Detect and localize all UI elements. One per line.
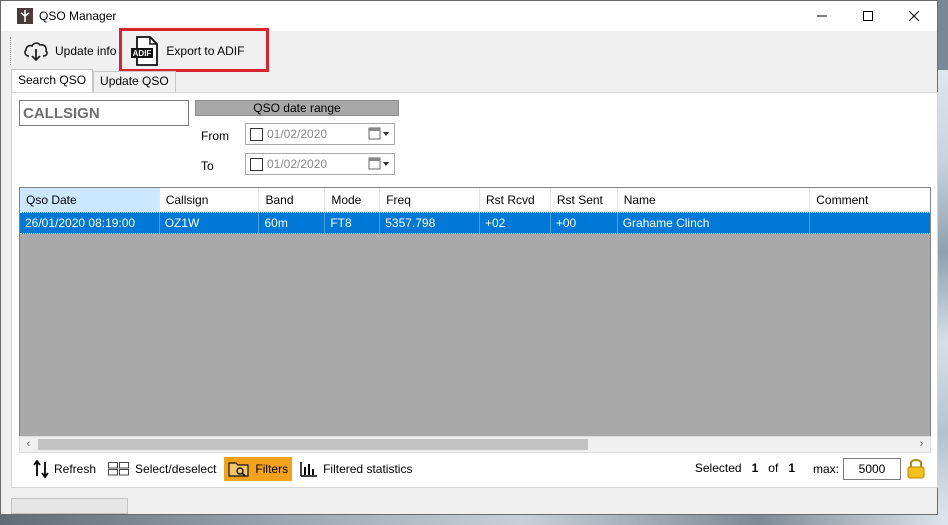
callsign-input[interactable]: CALLSIGN <box>19 100 189 126</box>
to-date-checkbox[interactable] <box>250 157 263 171</box>
qso-date-range-header: QSO date range <box>195 100 399 116</box>
update-info-label: Update info <box>55 44 117 58</box>
column-header-rst-rcvd[interactable]: Rst Rcvd <box>480 188 551 212</box>
to-date-value: 01/02/2020 <box>267 157 328 171</box>
column-header-freq[interactable]: Freq <box>380 188 480 212</box>
close-button[interactable] <box>891 1 937 31</box>
scroll-right-arrow-icon[interactable]: › <box>913 437 930 452</box>
column-header-band[interactable]: Band <box>259 188 326 212</box>
refresh-button[interactable]: Refresh <box>29 457 100 481</box>
update-info-button[interactable]: Update info <box>19 35 120 67</box>
cell-rst-sent: +00 <box>551 213 618 233</box>
close-icon <box>909 11 919 21</box>
max-records-input[interactable]: 5000 <box>843 458 901 480</box>
cell-band: 60m <box>259 213 326 233</box>
title-bar: QSO Manager <box>1 1 937 31</box>
from-date-picker[interactable]: 01/02/2020 <box>245 123 395 145</box>
folder-search-icon <box>228 462 250 477</box>
cell-qso-date: 26/01/2020 08:19:00 <box>20 213 160 233</box>
filtered-statistics-button[interactable]: Filtered statistics <box>296 457 416 481</box>
cloud-download-icon <box>24 42 48 62</box>
horizontal-scrollbar[interactable]: ‹ › <box>19 436 931 453</box>
filters-button[interactable]: Filters <box>224 457 293 481</box>
column-header-rst-sent[interactable]: Rst Sent <box>551 188 618 212</box>
cell-rst-rcvd: +02 <box>480 213 551 233</box>
calendar-dropdown-icon[interactable] <box>368 157 390 171</box>
tab-strip: Search QSO Update QSO <box>11 69 176 93</box>
toolbar-grip <box>10 37 13 65</box>
lock-icon[interactable] <box>907 457 925 482</box>
selection-info: Selected 1 of 1 <box>695 461 795 475</box>
cell-name: Grahame Clinch <box>618 213 811 233</box>
column-header-name[interactable]: Name <box>618 188 811 212</box>
status-bar-field <box>11 498 128 514</box>
filters-label: Filters <box>255 462 289 476</box>
window-title: QSO Manager <box>39 9 117 23</box>
scroll-left-arrow-icon[interactable]: ‹ <box>20 437 37 452</box>
desktop-background-right <box>937 70 948 525</box>
maximize-icon <box>863 11 873 21</box>
maximize-button[interactable] <box>845 1 891 31</box>
selected-count: 1 <box>751 461 759 475</box>
column-header-callsign[interactable]: Callsign <box>160 188 260 212</box>
select-grid-icon <box>108 462 130 476</box>
column-header-qso-date[interactable]: Qso Date <box>20 188 160 212</box>
to-date-picker[interactable]: 01/02/2020 <box>245 153 395 175</box>
cell-callsign: OZ1W <box>160 213 260 233</box>
from-date-checkbox[interactable] <box>250 127 263 141</box>
max-label: max: <box>812 462 839 476</box>
select-deselect-label: Select/deselect <box>135 462 217 476</box>
from-label: From <box>201 129 229 143</box>
refresh-sort-icon <box>33 460 49 478</box>
tab-update-qso[interactable]: Update QSO <box>93 71 176 92</box>
minimize-icon <box>817 15 827 17</box>
annotation-highlight-box <box>119 28 269 72</box>
total-count: 1 <box>788 461 795 475</box>
antenna-app-icon <box>17 8 33 24</box>
filtered-statistics-label: Filtered statistics <box>323 462 413 476</box>
select-deselect-button[interactable]: Select/deselect <box>104 457 220 481</box>
qso-grid[interactable]: Qso Date Callsign Band Mode Freq Rst Rcv… <box>19 187 931 453</box>
tab-search-qso[interactable]: Search QSO <box>11 69 94 92</box>
selected-label: Selected <box>694 461 742 475</box>
column-header-mode[interactable]: Mode <box>325 188 381 212</box>
to-label: To <box>201 159 214 173</box>
refresh-label: Refresh <box>54 462 97 476</box>
grid-header: Qso Date Callsign Band Mode Freq Rst Rcv… <box>20 188 930 212</box>
minimize-button[interactable] <box>799 1 845 31</box>
bar-chart-icon <box>300 462 318 477</box>
cell-mode: FT8 <box>325 213 381 233</box>
calendar-dropdown-icon[interactable] <box>368 127 390 141</box>
scrollbar-thumb[interactable] <box>38 439 588 450</box>
cell-freq: 5357.798 <box>380 213 480 233</box>
table-row[interactable]: 26/01/2020 08:19:00 OZ1W 60m FT8 5357.79… <box>20 212 930 234</box>
column-header-comment[interactable]: Comment <box>810 188 930 212</box>
from-date-value: 01/02/2020 <box>267 127 328 141</box>
cell-comment <box>810 213 930 233</box>
grid-bottom-bar: Refresh Select/deselect Filters Filtered… <box>19 456 931 482</box>
of-label: of <box>768 461 779 475</box>
qso-manager-window: QSO Manager Update info ADIF Export to A… <box>0 0 938 515</box>
